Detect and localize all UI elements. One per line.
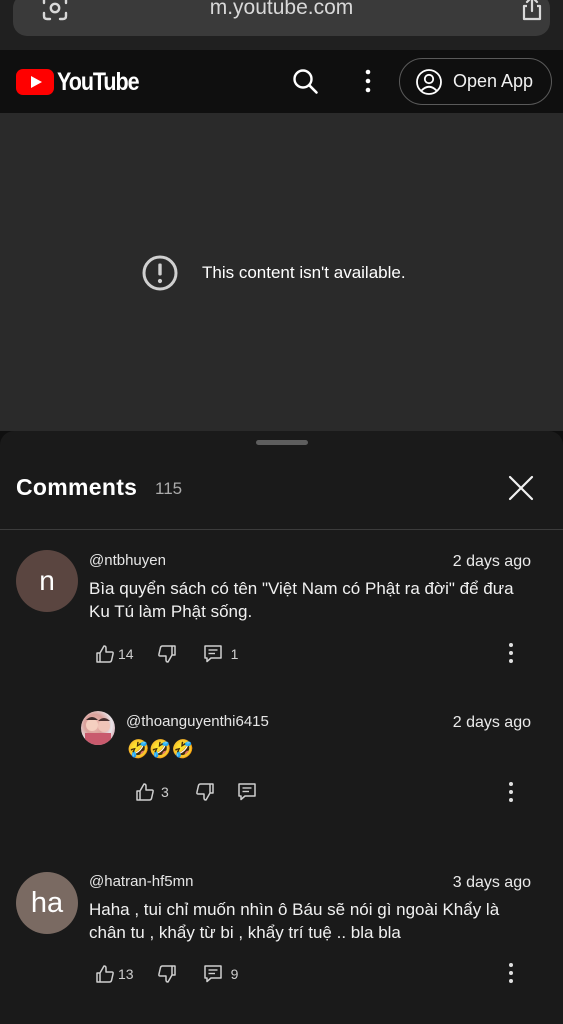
comment-author[interactable]: @ntbhuyen xyxy=(89,552,166,569)
thumbs-up-icon[interactable] xyxy=(135,782,155,802)
search-icon[interactable] xyxy=(291,67,319,95)
comment-author[interactable]: @thoanguyenthi6415 xyxy=(126,713,269,730)
unavailable-text: This content isn't available. xyxy=(202,263,406,282)
youtube-logo[interactable]: YouTube xyxy=(16,67,152,96)
comment-time: 2 days ago xyxy=(452,714,531,731)
comment-text: 🤣🤣🤣 xyxy=(127,739,195,760)
reply-icon[interactable] xyxy=(203,964,223,984)
like-count: 14 xyxy=(118,646,134,662)
unavailable-message: This content isn't available. xyxy=(141,254,406,292)
browser-address-bar: m.youtube.com xyxy=(0,0,563,50)
reply-icon[interactable] xyxy=(203,644,223,664)
reply-icon[interactable] xyxy=(237,782,257,802)
like-count: 3 xyxy=(161,784,169,800)
avatar-photo xyxy=(85,717,111,745)
url-text[interactable]: m.youtube.com xyxy=(13,0,550,24)
comment-author[interactable]: @hatran-hf5mn xyxy=(89,873,193,890)
youtube-play-logo-icon xyxy=(16,69,54,95)
more-vertical-icon[interactable] xyxy=(507,962,515,984)
reply-count: 9 xyxy=(230,966,239,982)
thumbs-up-icon[interactable] xyxy=(95,964,115,984)
reply-count: 1 xyxy=(230,646,239,662)
comment-text: Bìa quyển sách có tên "Việt Nam có Phật … xyxy=(89,579,514,621)
avatar-letter: n xyxy=(39,565,55,596)
thumbs-up-icon[interactable] xyxy=(95,644,115,664)
exclamation-circle-icon xyxy=(142,255,178,291)
comment-actions: 3 xyxy=(135,781,257,803)
comment-text: Haha , tui chỉ muốn nhìn ô Báu sẽ nói gì… xyxy=(89,900,500,942)
open-app-button[interactable]: Open App xyxy=(399,58,552,105)
url-field[interactable]: m.youtube.com xyxy=(13,0,550,36)
account-circle-icon xyxy=(416,68,442,95)
open-app-label: Open App xyxy=(453,71,534,91)
more-vertical-icon[interactable] xyxy=(507,642,515,664)
avatar[interactable] xyxy=(81,711,115,745)
avatar[interactable]: n xyxy=(16,550,78,612)
close-icon[interactable] xyxy=(506,473,536,503)
more-vertical-icon[interactable] xyxy=(357,68,379,94)
comments-title: Comments xyxy=(16,474,138,500)
thumbs-down-icon[interactable] xyxy=(157,964,177,984)
thumbs-down-icon[interactable] xyxy=(195,782,215,802)
comments-count: 115 xyxy=(155,479,183,498)
thumbs-down-icon[interactable] xyxy=(157,644,177,664)
comment-time: 2 days ago xyxy=(452,553,531,570)
divider xyxy=(0,529,563,530)
youtube-logo-text: YouTube xyxy=(57,67,140,96)
comment-actions: 13 9 xyxy=(95,963,238,985)
avatar[interactable]: ha xyxy=(16,872,78,934)
more-vertical-icon[interactable] xyxy=(507,781,515,803)
comment-actions: 14 1 xyxy=(95,643,238,665)
comment-time: 3 days ago xyxy=(452,874,531,891)
avatar-letter: ha xyxy=(30,886,64,919)
like-count: 13 xyxy=(118,966,134,982)
google-lens-icon[interactable] xyxy=(41,0,69,21)
video-player[interactable]: This content isn't available. xyxy=(0,113,563,431)
share-icon[interactable] xyxy=(518,0,546,22)
drag-handle[interactable] xyxy=(256,440,308,445)
